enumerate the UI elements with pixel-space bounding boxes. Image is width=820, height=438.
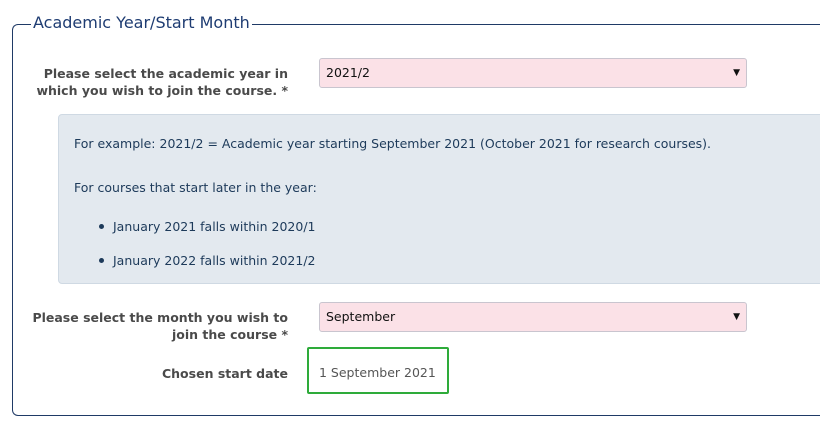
chevron-down-icon: ▼ — [733, 68, 740, 78]
chosen-start-date-label: Chosen start date — [161, 366, 288, 381]
info-later-intro-text: For courses that start later in the year… — [74, 180, 317, 195]
academic-year-select[interactable]: 2021/2 ▼ — [319, 58, 747, 88]
bullet-icon — [99, 224, 104, 229]
info-bullet-item: January 2021 falls within 2020/1 — [113, 219, 316, 234]
academic-year-label: Please select the academic year in which… — [36, 66, 288, 98]
chosen-start-date-value: 1 September 2021 — [319, 365, 436, 380]
start-month-selected-value: September — [326, 309, 396, 324]
academic-year-selected-value: 2021/2 — [326, 65, 370, 80]
bullet-icon — [99, 258, 104, 263]
info-example-text: For example: 2021/2 = Academic year star… — [74, 136, 712, 151]
chevron-down-icon: ▼ — [733, 312, 740, 322]
start-month-select[interactable]: September ▼ — [319, 302, 747, 332]
info-bullet-item: January 2022 falls within 2021/2 — [113, 253, 316, 268]
start-month-label: Please select the month you wish to join… — [32, 310, 288, 342]
fieldset-legend: Academic Year/Start Month — [31, 13, 252, 33]
